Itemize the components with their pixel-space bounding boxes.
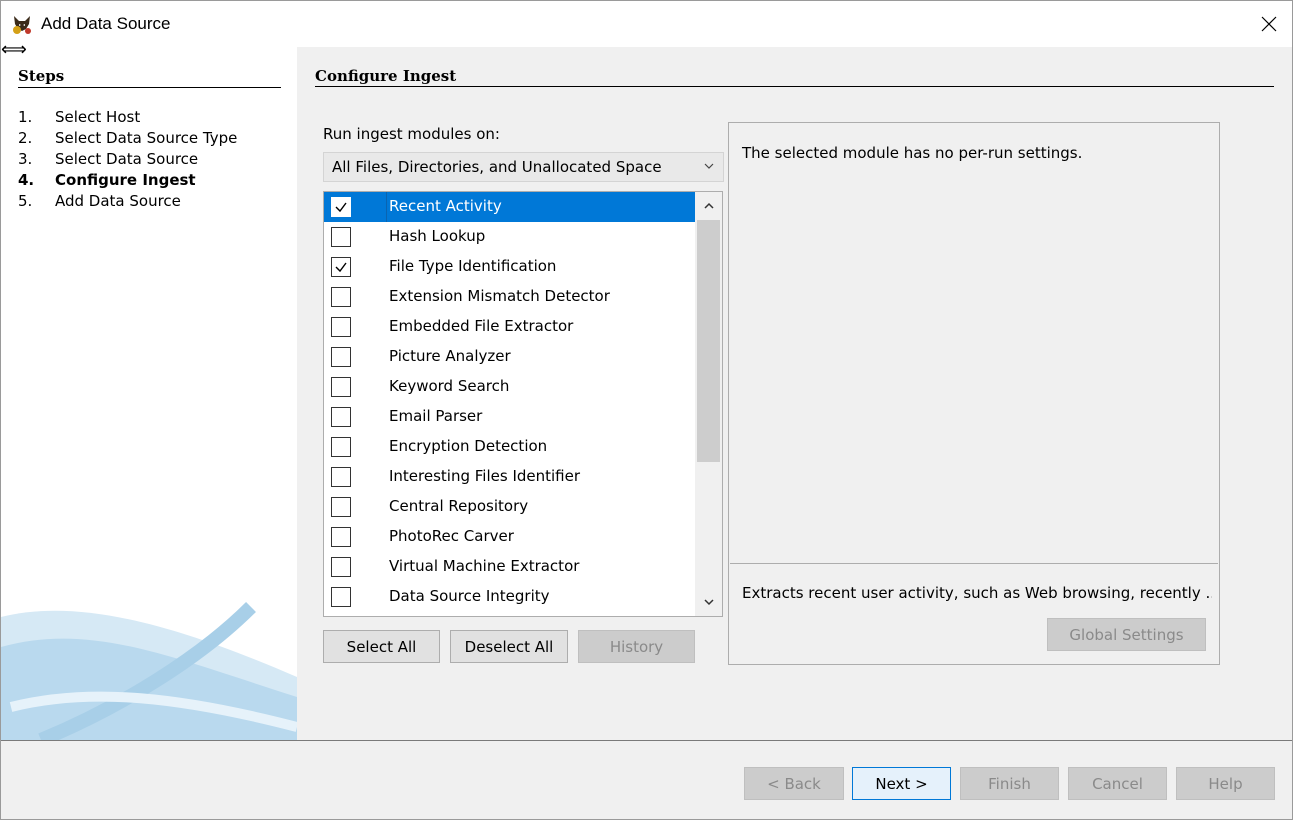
ingest-modules-list[interactable]: Recent Activity Hash Lookup File Type Iden… bbox=[323, 191, 723, 617]
deselect-all-button[interactable]: Deselect All bbox=[450, 630, 568, 663]
step-label: Select Data Source Type bbox=[55, 129, 238, 147]
step-number: 4. bbox=[18, 171, 35, 189]
finish-button[interactable]: Finish bbox=[960, 767, 1059, 800]
module-name: PhotoRec Carver bbox=[389, 527, 514, 545]
back-button[interactable]: < Back bbox=[744, 767, 844, 800]
module-checkbox[interactable] bbox=[331, 287, 351, 307]
module-row[interactable]: Data Source Integrity bbox=[324, 582, 695, 612]
chevron-up-icon bbox=[703, 202, 714, 209]
title-bar: Add Data Source bbox=[1, 1, 1292, 47]
help-button[interactable]: Help bbox=[1176, 767, 1275, 800]
run-on-dropdown[interactable]: All Files, Directories, and Unallocated … bbox=[323, 152, 724, 182]
module-name: Central Repository bbox=[389, 497, 529, 515]
step-item: 3. Select Data Source bbox=[18, 149, 237, 170]
module-row[interactable]: Virtual Machine Extractor bbox=[324, 552, 695, 582]
module-name: Data Source Integrity bbox=[389, 587, 550, 605]
chevron-down-icon bbox=[704, 163, 714, 169]
page-title: Configure Ingest bbox=[315, 67, 457, 85]
module-checkbox[interactable] bbox=[331, 317, 351, 337]
scroll-up-button[interactable] bbox=[695, 192, 722, 220]
scroll-down-button[interactable] bbox=[695, 588, 722, 616]
footer-divider bbox=[1, 740, 1292, 741]
step-number: 1. bbox=[18, 108, 33, 126]
step-number: 3. bbox=[18, 150, 33, 168]
module-name: Hash Lookup bbox=[389, 227, 486, 245]
module-name: Keyword Search bbox=[389, 377, 510, 395]
scroll-thumb[interactable] bbox=[697, 220, 720, 462]
module-name: Encryption Detection bbox=[389, 437, 548, 455]
steps-list: 1. Select Host 2. Select Data Source Type … bbox=[18, 107, 237, 212]
title-divider bbox=[315, 86, 1274, 87]
close-icon bbox=[1261, 16, 1277, 32]
module-name: Interesting Files Identifier bbox=[389, 467, 581, 485]
modules-scrollbar[interactable] bbox=[695, 192, 722, 616]
module-checkbox[interactable] bbox=[331, 257, 351, 277]
step-label: Select Host bbox=[55, 108, 141, 126]
run-on-label: Run ingest modules on: bbox=[323, 125, 500, 143]
module-description: Extracts recent user activity, such as W… bbox=[742, 584, 1212, 602]
steps-panel: Steps 1. Select Host 2. Select Data Source… bbox=[1, 47, 297, 740]
module-row[interactable]: File Type Identification bbox=[324, 252, 695, 282]
step-number: 2. bbox=[18, 129, 33, 147]
module-checkbox[interactable] bbox=[331, 407, 351, 427]
step-item: 2. Select Data Source Type bbox=[18, 128, 237, 149]
module-row[interactable]: Embedded File Extractor bbox=[324, 312, 695, 342]
decorative-swoosh-graphic bbox=[1, 602, 297, 740]
module-name: Email Parser bbox=[389, 407, 483, 425]
step-label: Add Data Source bbox=[55, 192, 181, 210]
column-separator bbox=[386, 192, 387, 222]
module-row[interactable]: Hash Lookup bbox=[324, 222, 695, 252]
steps-divider bbox=[18, 87, 281, 88]
module-settings-panel: The selected module has no per-run setti… bbox=[728, 122, 1220, 665]
module-row[interactable]: PhotoRec Carver bbox=[324, 522, 695, 552]
chevron-down-icon bbox=[703, 599, 714, 606]
module-name: Extension Mismatch Detector bbox=[389, 287, 610, 305]
module-name: File Type Identification bbox=[389, 257, 557, 275]
step-number: 5. bbox=[18, 192, 33, 210]
select-all-button[interactable]: Select All bbox=[323, 630, 440, 663]
step-label: Select Data Source bbox=[55, 150, 199, 168]
module-name: Picture Analyzer bbox=[389, 347, 511, 365]
module-row[interactable]: Encryption Detection bbox=[324, 432, 695, 462]
module-checkbox[interactable] bbox=[331, 527, 351, 547]
module-checkbox[interactable] bbox=[331, 437, 351, 457]
settings-message: The selected module has no per-run setti… bbox=[742, 144, 1083, 162]
module-checkbox[interactable] bbox=[331, 377, 351, 397]
module-name: Embedded File Extractor bbox=[389, 317, 574, 335]
module-row[interactable]: Extension Mismatch Detector bbox=[324, 282, 695, 312]
step-label: Configure Ingest bbox=[55, 171, 196, 189]
module-row[interactable]: Interesting Files Identifier bbox=[324, 462, 695, 492]
step-item-current: 4. Configure Ingest bbox=[18, 170, 237, 191]
module-checkbox[interactable] bbox=[331, 587, 351, 607]
autopsy-dog-icon bbox=[13, 16, 31, 34]
module-row[interactable]: Recent Activity bbox=[324, 192, 695, 222]
module-row[interactable]: Email Parser bbox=[324, 402, 695, 432]
resize-cursor-icon: ⟺ bbox=[1, 39, 27, 60]
module-checkbox[interactable] bbox=[331, 557, 351, 577]
global-settings-button[interactable]: Global Settings bbox=[1047, 618, 1206, 651]
module-checkbox[interactable] bbox=[330, 196, 352, 218]
window-title: Add Data Source bbox=[41, 14, 171, 33]
steps-title: Steps bbox=[18, 67, 65, 85]
module-checkbox[interactable] bbox=[331, 497, 351, 517]
cancel-button[interactable]: Cancel bbox=[1068, 767, 1167, 800]
module-row[interactable]: Picture Analyzer bbox=[324, 342, 695, 372]
checkmark-icon bbox=[335, 262, 347, 273]
settings-divider bbox=[730, 563, 1218, 564]
module-name: Virtual Machine Extractor bbox=[389, 557, 580, 575]
step-item: 1. Select Host bbox=[18, 107, 237, 128]
module-row[interactable]: Central Repository bbox=[324, 492, 695, 522]
module-name: Recent Activity bbox=[389, 197, 502, 215]
module-checkbox[interactable] bbox=[331, 467, 351, 487]
run-on-selected-value: All Files, Directories, and Unallocated … bbox=[332, 158, 662, 176]
module-row[interactable]: Keyword Search bbox=[324, 372, 695, 402]
history-button[interactable]: History bbox=[578, 630, 695, 663]
add-data-source-dialog: Add Data Source Steps 1. Select Host 2. Se… bbox=[0, 0, 1293, 820]
module-checkbox[interactable] bbox=[331, 347, 351, 367]
step-item: 5. Add Data Source bbox=[18, 191, 237, 212]
next-button[interactable]: Next > bbox=[852, 767, 951, 800]
module-checkbox[interactable] bbox=[331, 227, 351, 247]
close-button[interactable] bbox=[1246, 1, 1292, 47]
checkmark-icon bbox=[335, 202, 347, 213]
